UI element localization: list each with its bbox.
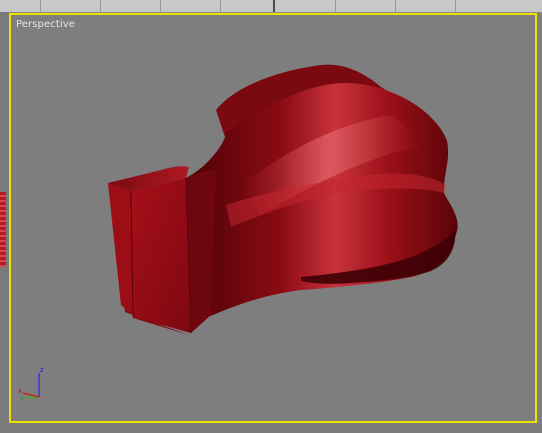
- toolbar-segment: [100, 0, 161, 12]
- toolbar-segment: [220, 0, 274, 12]
- x-axis-label: x: [18, 387, 22, 395]
- toolbar-segment: [335, 0, 396, 12]
- y-axis-label: y: [20, 395, 24, 403]
- 3d-object-render[interactable]: [11, 15, 535, 421]
- toolbar-segment: [455, 0, 542, 12]
- toolbar-segment: [160, 0, 221, 12]
- toolbar-segment: [275, 0, 336, 12]
- toolbar-segment: [395, 0, 456, 12]
- box-left-face: [108, 183, 133, 315]
- left-viewport-edge: [0, 12, 9, 433]
- viewport-top-toolbar: [0, 0, 542, 13]
- toolbar-segment: [0, 0, 41, 12]
- axis-tripod-gizmo: z x y: [18, 366, 44, 403]
- adjacent-viewport-object-sliver: [0, 192, 6, 267]
- toolbar-segment: [40, 0, 101, 12]
- viewport-bottom-edge: [0, 423, 542, 433]
- perspective-viewport[interactable]: Perspective z x y: [9, 13, 537, 423]
- z-axis-label: z: [40, 366, 44, 374]
- box-front-face: [131, 178, 191, 333]
